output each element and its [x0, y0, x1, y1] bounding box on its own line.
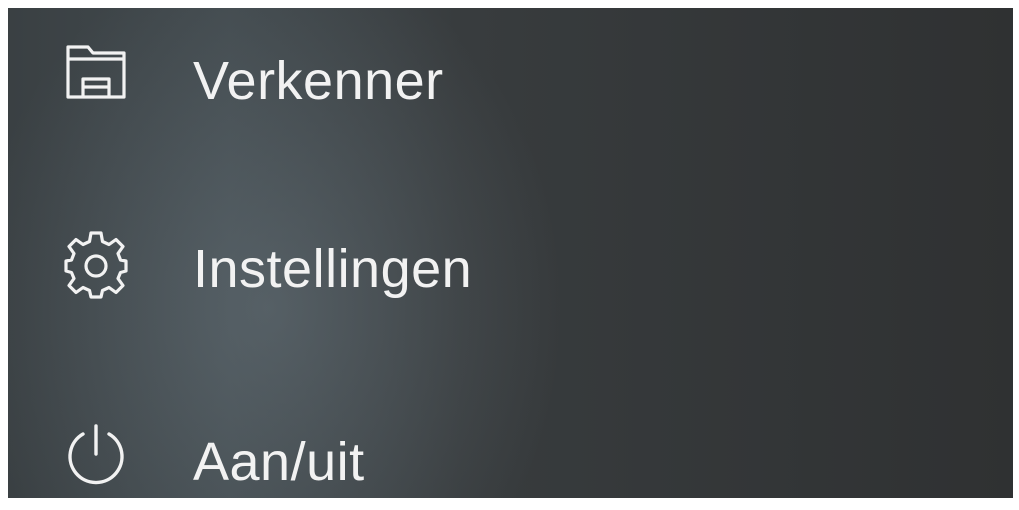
start-menu-left-rail: Verkenner Instellingen Aan/uit	[8, 8, 1013, 498]
menu-item-verkenner[interactable]: Verkenner	[8, 13, 1013, 133]
menu-item-label: Aan/uit	[193, 432, 365, 492]
folder-icon	[66, 45, 126, 99]
menu-item-aan-uit[interactable]: Aan/uit	[8, 390, 1013, 510]
menu-item-label: Instellingen	[193, 239, 473, 299]
gear-icon	[64, 231, 128, 299]
menu-item-instellingen[interactable]: Instellingen	[8, 204, 1013, 324]
power-icon	[68, 424, 124, 485]
menu-item-label: Verkenner	[193, 51, 444, 111]
